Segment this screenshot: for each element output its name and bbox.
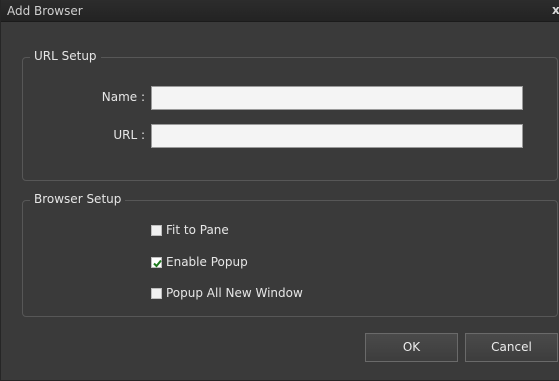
browser-setup-legend: Browser Setup [30, 192, 126, 206]
name-input[interactable] [151, 86, 523, 110]
url-label: URL : [113, 128, 145, 142]
fit-to-pane-label: Fit to Pane [166, 223, 229, 237]
popup-all-new-window-option[interactable]: Popup All New Window [151, 285, 303, 301]
enable-popup-label: Enable Popup [166, 255, 248, 269]
url-setup-group [22, 57, 558, 181]
cancel-button[interactable]: Cancel [465, 333, 558, 362]
title-bar[interactable]: Add Browser x [1, 0, 559, 22]
popup-all-new-window-label: Popup All New Window [166, 286, 303, 300]
enable-popup-checkbox[interactable] [151, 256, 162, 268]
url-input[interactable] [151, 124, 523, 148]
url-setup-legend: URL Setup [30, 49, 101, 63]
close-icon[interactable]: x [552, 3, 559, 17]
popup-all-new-window-checkbox[interactable] [151, 287, 162, 299]
window-title: Add Browser [7, 4, 83, 18]
name-label: Name : [101, 90, 145, 104]
fit-to-pane-option[interactable]: Fit to Pane [151, 222, 229, 238]
add-browser-dialog: Add Browser x URL Setup Name : URL : Bro… [0, 0, 559, 381]
ok-button[interactable]: OK [365, 333, 458, 362]
fit-to-pane-checkbox[interactable] [151, 224, 162, 236]
enable-popup-option[interactable]: Enable Popup [151, 254, 248, 270]
checkmark-icon [153, 259, 162, 267]
